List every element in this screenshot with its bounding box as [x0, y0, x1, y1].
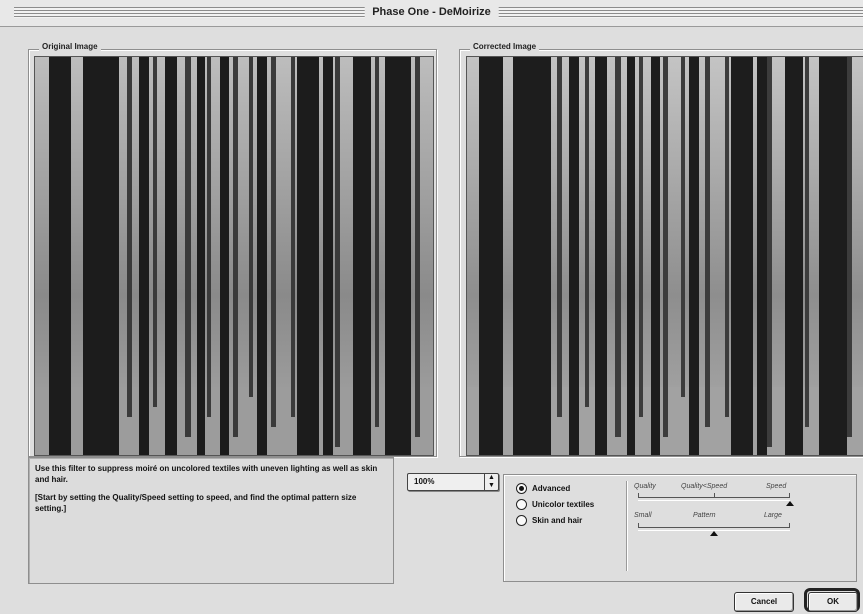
pattern-slider-tick [638, 523, 639, 527]
pattern-slider-middle-label: Pattern [693, 512, 716, 519]
radio-advanced[interactable]: Advanced [516, 483, 570, 497]
pattern-slider-left-label: Small [634, 512, 652, 519]
quality-slider-middle-label: Quality<Speed [681, 483, 728, 490]
radio-selected-icon [516, 483, 527, 494]
zoom-select[interactable]: 100% ▲ ▼ [407, 473, 499, 491]
pattern-slider-right-label: Large [764, 512, 782, 519]
quality-slider-right-label: Speed [766, 483, 787, 490]
radio-unselected-icon [516, 515, 527, 526]
zoom-value: 100% [414, 477, 435, 486]
filter-description: Use this filter to suppress moiré on unc… [28, 457, 394, 584]
original-image [34, 56, 434, 456]
corrected-image [466, 56, 863, 456]
pattern-slider-thumb[interactable] [710, 531, 718, 536]
cancel-button[interactable]: Cancel [734, 592, 794, 612]
original-image-label: Original Image [39, 42, 101, 51]
quality-slider-thumb[interactable] [786, 501, 794, 506]
quality-slider-tick [638, 493, 639, 497]
corrected-image-label: Corrected Image [470, 42, 540, 51]
title-bar[interactable]: Phase One - DeMoirize [0, 0, 863, 27]
radio-unselected-icon [516, 499, 527, 510]
demoirize-window: Phase One - DeMoirize Original Image Cor… [0, 0, 863, 614]
description-line-1: Use this filter to suppress moiré on unc… [35, 464, 378, 484]
quality-slider-left-label: Quality [634, 483, 656, 490]
options-divider [626, 481, 628, 571]
radio-skin-label: Skin and hair [532, 516, 583, 525]
window-title: Phase One - DeMoirize [364, 3, 499, 21]
ok-button[interactable]: OK [808, 592, 858, 612]
quality-slider-tick [789, 493, 790, 497]
quality-slider-track[interactable] [638, 497, 790, 501]
pattern-slider-tick [789, 523, 790, 527]
up-down-arrows-icon: ▲ ▼ [484, 474, 498, 490]
options-group: Advanced Unicolor textiles Skin and hair… [503, 474, 857, 582]
quality-slider-tick [714, 493, 715, 497]
radio-skin-and-hair[interactable]: Skin and hair [516, 515, 582, 529]
radio-unicolor-textiles[interactable]: Unicolor textiles [516, 499, 594, 513]
description-line-2: [Start by setting the Quality/Speed sett… [35, 493, 357, 513]
radio-advanced-label: Advanced [532, 484, 571, 493]
radio-unicolor-label: Unicolor textiles [532, 500, 595, 509]
